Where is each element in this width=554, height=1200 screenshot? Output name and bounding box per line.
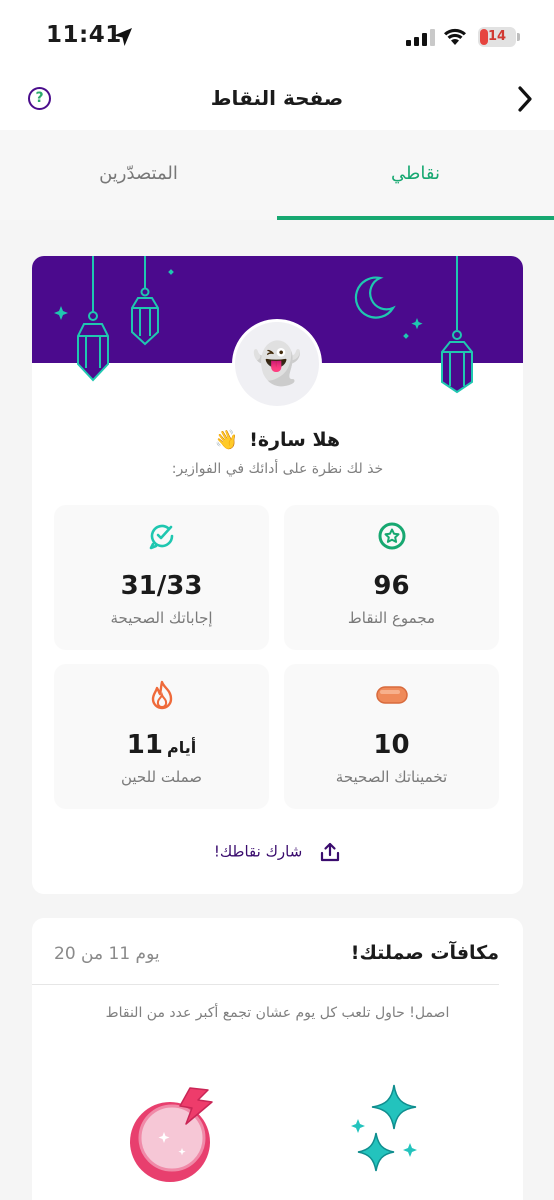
correct-answers-label: إجاباتك الصحيحة xyxy=(110,609,213,627)
badge-star-icon xyxy=(378,522,405,550)
stat-correct-guesses: 10 تخميناتك الصحيحة xyxy=(284,664,499,809)
share-upload-icon xyxy=(321,842,340,862)
rewards-hint: اصمل! حاول تلعب كل يوم عشان تجمع أكبر عد… xyxy=(105,1005,450,1021)
stat-total-points: 96 مجموع النقاط xyxy=(284,505,499,650)
points-summary-card: 👻 هلا سارة! 👋 خذ لك نظرة على أدائك في ال… xyxy=(32,256,523,894)
active-tab-indicator xyxy=(277,216,554,220)
cellular-signal-icon xyxy=(406,28,435,46)
tab-leaderboard[interactable]: المتصدّرين xyxy=(0,130,277,220)
page-title: صفحة النقاط xyxy=(210,86,344,110)
battery-level: 14 xyxy=(487,29,507,44)
share-points-button[interactable]: شارك نقاطك! xyxy=(32,841,523,863)
greeting-subtitle: خذ لك نظرة على أدائك في الفوازير: xyxy=(171,461,384,477)
total-points-value: 96 xyxy=(373,571,410,601)
streak-label: صملت للحين xyxy=(120,768,203,786)
share-label: شارك نقاطك! xyxy=(213,842,303,861)
correct-guesses-label: تخميناتك الصحيحة xyxy=(335,768,448,786)
battery-icon: 14 xyxy=(478,27,516,47)
tab-bar: المتصدّرين نقاطي xyxy=(0,130,554,220)
streak-value-row: أيام11 xyxy=(54,730,269,760)
greeting-text: هلا سارة! xyxy=(249,429,341,451)
location-arrow-icon xyxy=(114,28,132,46)
tab-my-points-label: نقاطي xyxy=(391,163,440,184)
greeting: هلا سارة! 👋 xyxy=(32,428,523,451)
correct-guesses-value: 10 xyxy=(373,730,410,760)
user-avatar: 👻 xyxy=(232,319,322,409)
stat-correct-answers: 31/33 إجاباتك الصحيحة xyxy=(54,505,269,650)
status-bar: 11:41 14 xyxy=(0,0,554,72)
wifi-icon xyxy=(444,28,466,45)
rewards-title: مكافآت صملتك! xyxy=(350,942,499,964)
rewards-card: مكافآت صملتك! يوم 11 من 20 اصمل! حاول تل… xyxy=(32,918,523,1200)
streak-unit: أيام xyxy=(166,738,197,757)
tab-leaderboard-label: المتصدّرين xyxy=(99,163,178,184)
waving-hand-icon: 👋 xyxy=(214,429,239,451)
app-header: ? صفحة النقاط xyxy=(0,72,554,130)
rewards-day-counter: يوم 11 من 20 xyxy=(54,944,160,964)
energy-orb-reward-icon[interactable] xyxy=(124,1086,216,1186)
ghost-avatar-icon: 👻 xyxy=(252,341,302,387)
date-fruit-icon xyxy=(375,686,408,704)
correct-answers-value: 31/33 xyxy=(120,571,203,601)
rewards-divider xyxy=(32,984,499,985)
streak-value: 11 xyxy=(126,730,163,760)
check-bubble-icon xyxy=(149,524,173,550)
status-time: 11:41 xyxy=(46,22,122,48)
stat-streak: أيام11 صملت للحين xyxy=(54,664,269,809)
tab-my-points[interactable]: نقاطي xyxy=(277,130,554,220)
back-chevron-icon[interactable] xyxy=(510,82,540,116)
total-points-label: مجموع النقاط xyxy=(347,609,436,627)
flame-icon xyxy=(151,680,172,710)
battery-cap xyxy=(517,33,520,41)
sparkles-reward-icon[interactable] xyxy=(350,1083,422,1183)
